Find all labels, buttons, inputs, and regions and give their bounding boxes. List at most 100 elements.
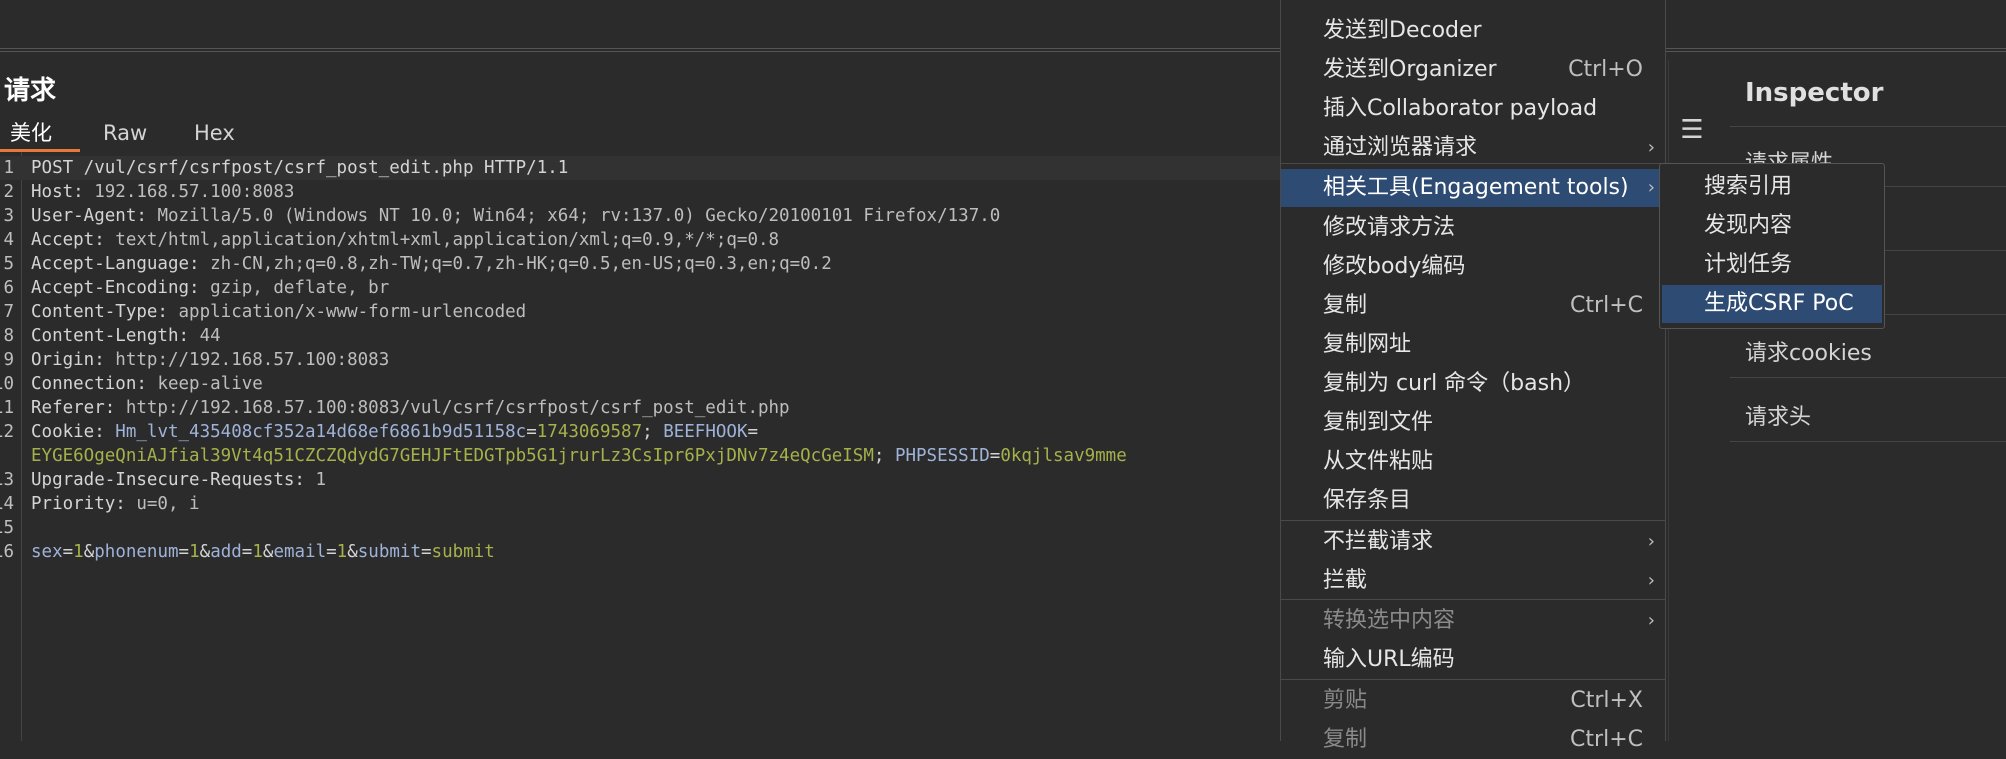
line-code: Content-Type: application/x-www-form-url… (31, 300, 526, 324)
line-number: 5 (3, 254, 14, 274)
context-menu-item[interactable]: 相关工具(Engagement tools) › (1281, 169, 1665, 207)
code-token: keep-alive (157, 374, 263, 394)
menu-item-label: 复制到文件 (1323, 410, 1434, 435)
context-menu-item[interactable]: 插入Collaborator payload (1281, 90, 1665, 128)
code-token: POST /vul/csrf/csrfpost/csrf_post_edit.p… (31, 158, 569, 178)
menu-separator (1281, 520, 1665, 521)
line-code: Origin: http://192.168.57.100:8083 (31, 348, 389, 372)
menu-item-label: 转换选中内容 (1323, 608, 1456, 633)
code-token: text/html,application/xhtml+xml,applicat… (115, 230, 780, 250)
panel-divider[interactable] (0, 48, 2006, 52)
context-menu-item: 剪贴 Ctrl+X (1281, 682, 1665, 720)
code-token: 1 (73, 542, 84, 562)
menu-separator (1281, 163, 1665, 164)
menu-icon[interactable]: ☰ (1668, 110, 1716, 150)
code-token: Connection: (31, 374, 158, 394)
submenu-item[interactable]: 搜索引用 (1662, 168, 1882, 206)
request-editor[interactable]: 1 POST /vul/csrf/csrfpost/csrf_post_edit.… (0, 152, 1282, 741)
code-token: & (347, 542, 358, 562)
context-menu-item[interactable]: 输入URL编码 (1281, 641, 1665, 679)
menu-separator (1281, 679, 1665, 680)
code-token: & (83, 542, 95, 562)
inspector-title: Inspector (1745, 78, 1884, 108)
code-token: 1 (252, 542, 263, 562)
menu-item-shortcut: Ctrl+C (1570, 293, 1643, 318)
menu-item-label: 保存条目 (1323, 488, 1412, 513)
context-menu-item[interactable]: 发送到Organizer Ctrl+O (1281, 51, 1665, 89)
code-token: u=0, i (136, 494, 200, 514)
line-code: Host: 192.168.57.100:8083 (31, 180, 294, 204)
code-token: Origin: (31, 350, 116, 370)
context-menu-item[interactable]: 复制到文件 (1281, 404, 1665, 442)
context-menu-item[interactable]: 发送到Decoder (1281, 12, 1665, 50)
menu-item-shortcut: Ctrl+O (1568, 57, 1643, 82)
line-code: Priority: u=0, i (31, 492, 200, 516)
chevron-right-icon: › (1647, 137, 1655, 158)
line-code: Connection: keep-alive (31, 372, 263, 396)
code-token: Content-Type: (31, 302, 179, 322)
inspector-divider (1730, 377, 2006, 378)
tab-raw[interactable]: Raw (103, 116, 147, 152)
menu-item-label: 发送到Organizer (1323, 57, 1497, 82)
code-token: BEEFHOOK (663, 422, 748, 442)
engagement-tools-submenu: 搜索引用 发现内容计划任务生成CSRF PoC (1659, 163, 1885, 329)
line-number: 16 (0, 542, 14, 562)
line-number: 9 (3, 350, 14, 370)
context-menu-item[interactable]: 拦截 › (1281, 562, 1665, 600)
line-number: 6 (3, 278, 14, 298)
menu-item-label: 输入URL编码 (1323, 647, 1455, 672)
context-menu-item[interactable]: 修改body编码 (1281, 248, 1665, 286)
context-menu-item[interactable]: 复制网址 (1281, 326, 1665, 364)
menu-item-label: 从文件粘贴 (1323, 449, 1434, 474)
context-menu-item[interactable]: 复制为 curl 命令（bash） (1281, 365, 1665, 403)
chevron-right-icon: › (1647, 531, 1655, 552)
top-toolbar-area (0, 0, 2006, 48)
chevron-right-icon: › (1647, 177, 1655, 198)
tab-pretty[interactable]: 美化 (0, 116, 80, 152)
context-menu-item: 转换选中内容 › (1281, 602, 1665, 640)
code-token: 1 (315, 470, 327, 490)
menu-item-label: 相关工具(Engagement tools) (1323, 175, 1629, 200)
line-number: 14 (0, 494, 14, 514)
code-token: Host: (31, 182, 95, 202)
code-token: submit (357, 542, 421, 562)
submenu-item[interactable]: 计划任务 (1662, 246, 1882, 284)
submenu-item[interactable]: 发现内容 (1662, 207, 1882, 245)
code-token: EYGE6OgeQniAJfial39Vt4q51CZCZQdydG7GEHJF… (31, 446, 874, 466)
menu-item-label: 复制为 curl 命令（bash） (1323, 371, 1586, 396)
menu-separator (1281, 599, 1665, 600)
submenu-item-label: 生成CSRF PoC (1704, 291, 1854, 316)
inspector-divider (1730, 126, 2006, 127)
context-menu-item[interactable]: 通过浏览器请求 › (1281, 129, 1665, 167)
menu-item-label: 发送到Decoder (1323, 18, 1482, 43)
context-menu-item[interactable]: 复制 Ctrl+C (1281, 287, 1665, 325)
line-number: 10 (0, 374, 14, 394)
context-menu-item[interactable]: 从文件粘贴 (1281, 443, 1665, 481)
editor-line[interactable]: 1 POST /vul/csrf/csrfpost/csrf_post_edit.… (0, 156, 1282, 180)
inspector-item-request-headers[interactable]: 请求头 (1745, 399, 1811, 431)
code-token: application/x-www-form-urlencoded (178, 302, 527, 322)
code-token: http://192.168.57.100:8083 (115, 350, 390, 370)
submenu-item-label: 计划任务 (1704, 252, 1793, 277)
context-menu-item[interactable]: 保存条目 (1281, 482, 1665, 520)
inspector-divider (1730, 441, 2006, 442)
inspector-item-request-cookies[interactable]: 请求cookies (1745, 335, 1872, 367)
code-token: & (199, 542, 211, 562)
line-number: 4 (3, 230, 14, 250)
code-token: 44 (199, 326, 221, 346)
line-code: Accept: text/html,application/xhtml+xml,… (31, 228, 779, 252)
code-token: = (241, 542, 253, 562)
code-token: Cookie: (31, 422, 116, 442)
code-token: Upgrade-Insecure-Requests: (31, 470, 316, 490)
line-code: POST /vul/csrf/csrfpost/csrf_post_edit.p… (31, 156, 568, 180)
line-code: sex=1&phonenum=1&add=1&email=1&submit=su… (31, 540, 495, 564)
line-code: Cookie: Hm_lvt_435408cf352a14d68ef6861b9… (31, 420, 758, 444)
line-code: Referer: http://192.168.57.100:8083/vul/… (31, 396, 790, 420)
context-menu-item[interactable]: 不拦截请求 › (1281, 523, 1665, 561)
line-number: 3 (3, 206, 14, 226)
context-menu-item[interactable]: 修改请求方法 (1281, 209, 1665, 247)
tab-hex[interactable]: Hex (194, 116, 235, 152)
menu-item-label: 复制 (1323, 293, 1368, 318)
submenu-item[interactable]: 生成CSRF PoC (1662, 285, 1882, 323)
code-token: 1 (189, 542, 200, 562)
